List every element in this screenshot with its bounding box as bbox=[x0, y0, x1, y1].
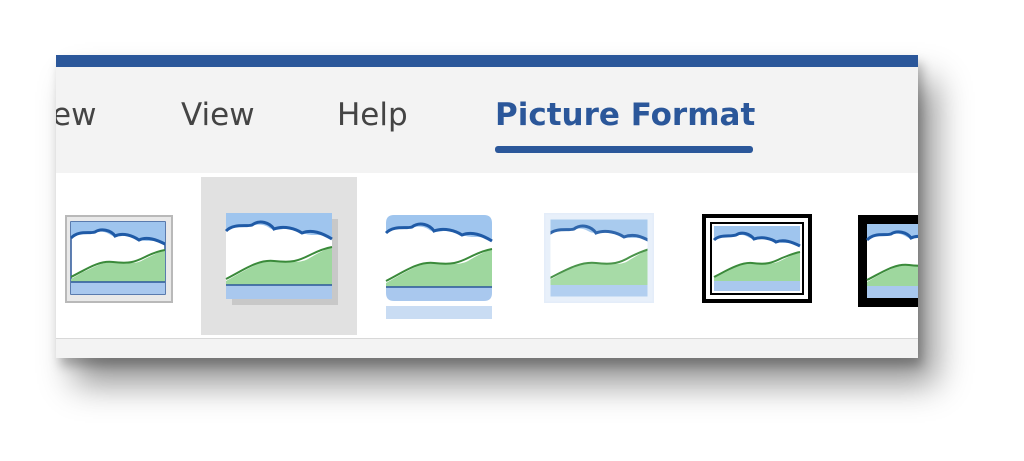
simple-frame-picture-icon bbox=[65, 215, 173, 303]
title-bar-strip bbox=[56, 55, 918, 67]
rounded-reflection-picture-icon bbox=[384, 215, 493, 319]
tab-help[interactable]: Help bbox=[337, 95, 408, 135]
picture-style-soft-edge[interactable] bbox=[521, 177, 677, 335]
thick-black-frame-picture-icon bbox=[858, 215, 918, 307]
tab-view[interactable]: View bbox=[181, 95, 255, 135]
double-frame-black-picture-icon bbox=[702, 214, 812, 303]
soft-edge-picture-icon bbox=[544, 213, 654, 303]
gallery-bottom-bar bbox=[56, 338, 918, 358]
picture-style-rounded-reflection[interactable] bbox=[361, 177, 517, 335]
picture-style-simple-frame[interactable] bbox=[56, 177, 212, 335]
picture-styles-gallery bbox=[56, 173, 918, 337]
active-tab-underline bbox=[495, 146, 753, 153]
picture-style-drop-shadow[interactable] bbox=[201, 177, 357, 335]
drop-shadow-picture-icon bbox=[224, 213, 338, 305]
tab-review[interactable]: ew bbox=[56, 95, 96, 135]
ribbon-panel: ew View Help Picture Format bbox=[56, 55, 918, 358]
picture-style-double-frame-black[interactable] bbox=[681, 177, 837, 335]
picture-style-thick-black-frame[interactable] bbox=[841, 177, 918, 335]
tab-picture-format[interactable]: Picture Format bbox=[495, 95, 755, 135]
